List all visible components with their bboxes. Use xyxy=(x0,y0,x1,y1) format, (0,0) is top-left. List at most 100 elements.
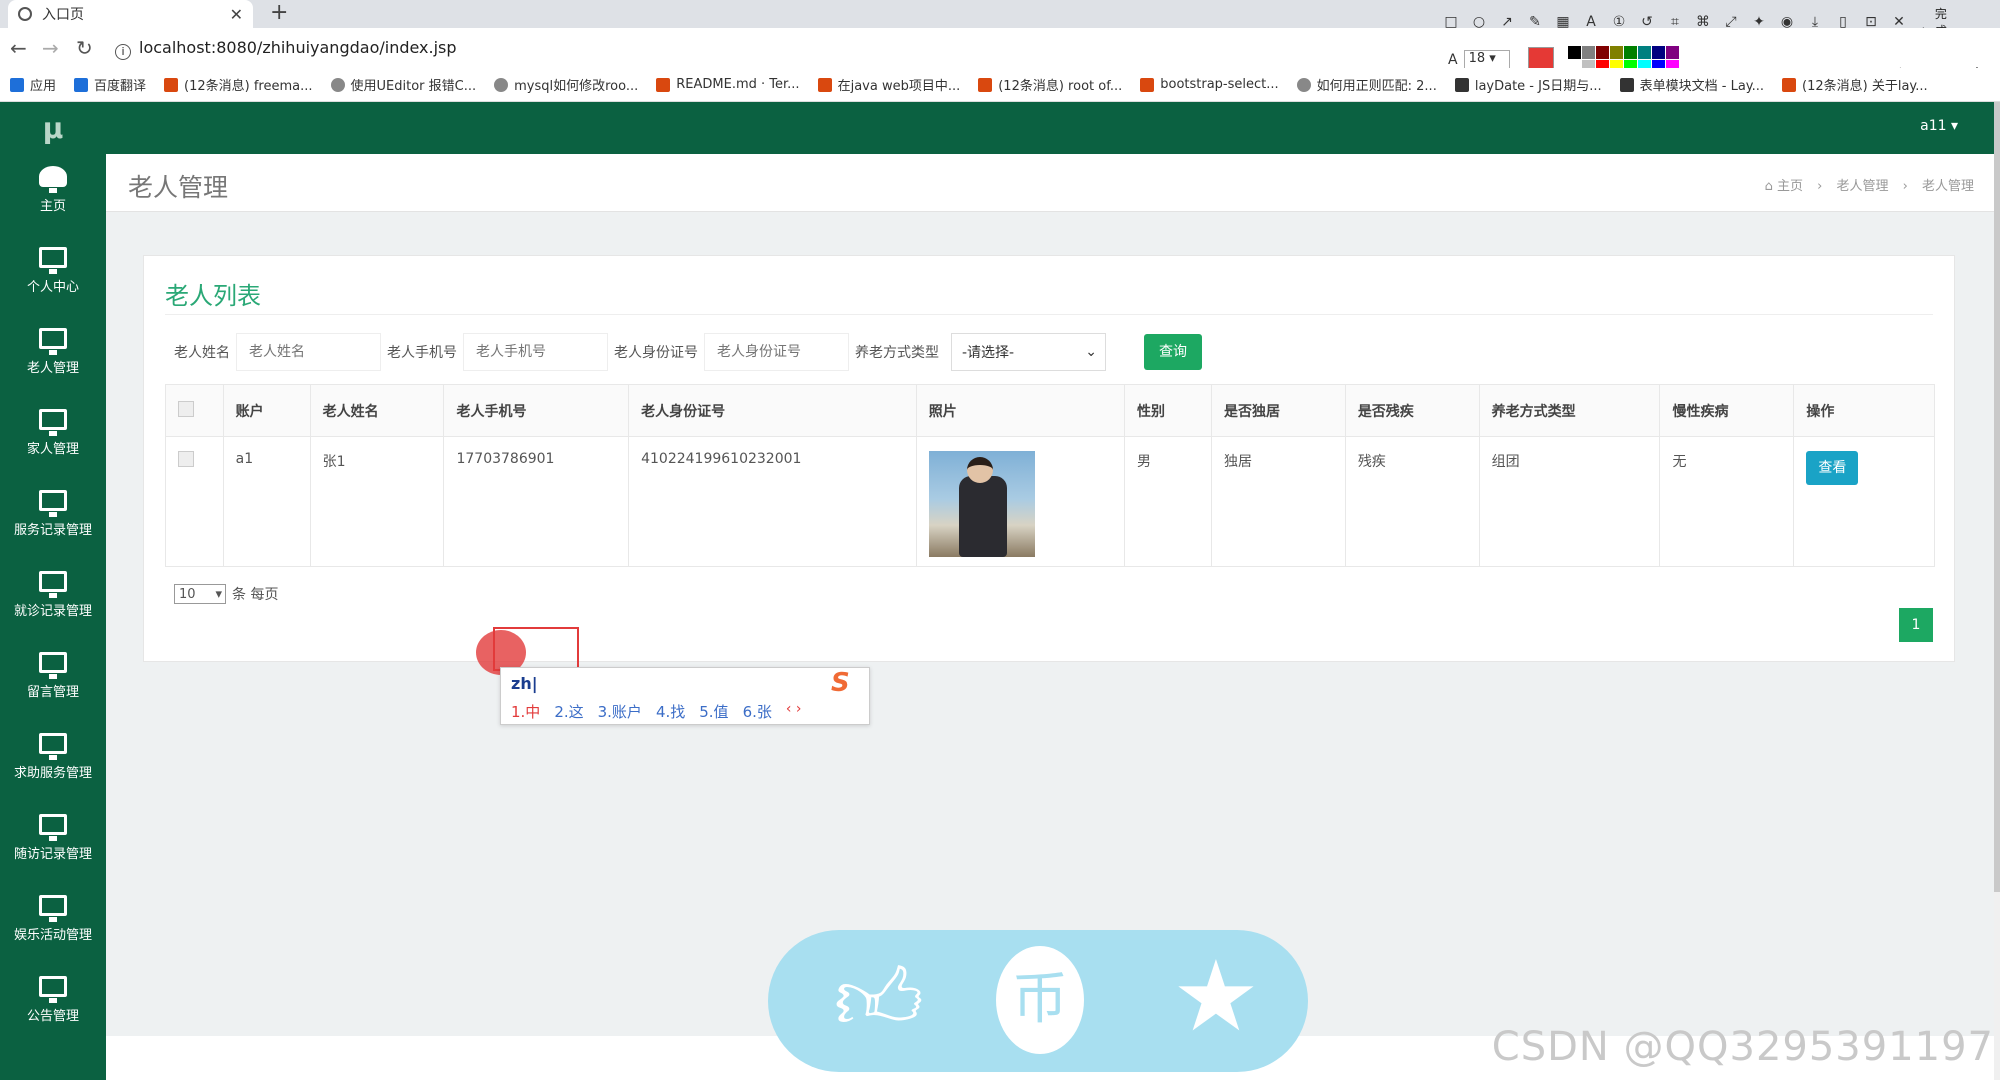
color-swatch[interactable] xyxy=(1609,46,1623,59)
sidebar-item[interactable]: 求助服务管理 xyxy=(0,723,106,804)
globe-icon xyxy=(18,7,32,21)
bookmark-label: mysql如何修改roo... xyxy=(514,79,639,94)
color-swatch[interactable] xyxy=(1665,46,1679,59)
sidebar-item[interactable]: 个人中心 xyxy=(0,237,106,318)
column-header: 是否残疾 xyxy=(1344,384,1480,437)
sidebar-item[interactable]: 娱乐活动管理 xyxy=(0,885,106,966)
column-header: 操作 xyxy=(1793,384,1935,437)
color-swatch[interactable] xyxy=(1581,46,1595,59)
sidebar-item[interactable]: 就诊记录管理 xyxy=(0,561,106,642)
bookmark-item[interactable]: layDate - JS日期与... xyxy=(1454,75,1602,94)
sidebar-item-label: 随访记录管理 xyxy=(13,847,92,862)
bookmark-item[interactable]: 使用UEditor 报错C... xyxy=(330,75,476,94)
care-type-value: -请选择- xyxy=(962,345,1015,361)
query-button[interactable]: 查询 xyxy=(1144,334,1202,370)
care-type-select[interactable]: -请选择- ⌄ xyxy=(951,333,1106,371)
sidebar-item-label: 主页 xyxy=(39,199,66,214)
user-menu[interactable]: a11 ▾ xyxy=(1920,118,1958,134)
name-filter-label: 老人姓名 xyxy=(174,345,230,361)
monitor-icon xyxy=(39,895,67,922)
bookmark-label: README.md · Ter... xyxy=(676,77,800,92)
select-all-checkbox[interactable] xyxy=(178,400,194,417)
bookmark-item[interactable]: (12条消息) 关于lay... xyxy=(1782,75,1928,94)
apps-icon xyxy=(10,77,24,92)
color-swatch[interactable] xyxy=(1567,46,1581,59)
browser-tab[interactable]: 入口页 ✕ xyxy=(8,0,253,28)
font-size-value: 18 xyxy=(1468,50,1486,66)
sidebar-item[interactable]: 公告管理 xyxy=(0,966,106,1047)
bookmark-item[interactable]: 如何用正则匹配: 2... xyxy=(1296,75,1437,94)
bookmark-label: 表单模块文档 - Lay... xyxy=(1639,79,1765,94)
cell-account: a1 xyxy=(222,436,311,567)
sidebar-item-label: 娱乐活动管理 xyxy=(13,928,92,943)
page-size-value: 10 xyxy=(179,586,196,602)
browser-tab-bar: 入口页 ✕ + □ ○ ↗ ✎ ▦ A ① ↺ ⌗ ⌘ ⤢ ✦ ◉ ⤓ ▯ ⊡ … xyxy=(0,0,2000,38)
row-checkbox[interactable] xyxy=(178,451,194,467)
forward-icon[interactable]: → xyxy=(42,36,59,60)
view-button[interactable]: 查看 xyxy=(1806,451,1859,485)
bookmarks-bar: 应用 百度翻译 (12条消息) freema... 使用UEditor 报错C... m… xyxy=(0,68,2000,102)
sidebar-item[interactable]: 随访记录管理 xyxy=(0,804,106,885)
per-page-label: 条 每页 xyxy=(232,587,279,603)
bookmark-item[interactable]: 在java web项目中... xyxy=(817,75,960,94)
ime-candidate[interactable]: 1.中 xyxy=(511,701,540,722)
layui-icon xyxy=(1619,77,1634,92)
app-logo[interactable]: μ xyxy=(0,102,106,156)
bookmark-item[interactable]: (12条消息) freema... xyxy=(164,75,313,94)
page-button-current[interactable]: 1 xyxy=(1899,608,1933,642)
sidebar-item[interactable]: 老人管理 xyxy=(0,318,106,399)
monitor-icon xyxy=(39,976,67,1003)
bookmark-item[interactable]: 应用 xyxy=(10,75,56,94)
ime-candidate[interactable]: 6.张 xyxy=(743,701,772,722)
bookmark-label: (12条消息) root of... xyxy=(998,79,1123,94)
bookmark-item[interactable]: (12条消息) root of... xyxy=(978,75,1122,94)
phone-filter-label: 老人手机号 xyxy=(387,345,457,361)
bookmark-item[interactable]: mysql如何修改roo... xyxy=(494,75,638,94)
card-title: 老人列表 xyxy=(165,282,261,310)
csdn-icon xyxy=(817,77,832,92)
csdn-action-bar: 👍︎ 币 ★ xyxy=(768,930,1308,1072)
reload-icon[interactable]: ↻ xyxy=(76,36,93,60)
id-filter-label: 老人身份证号 xyxy=(614,345,698,361)
breadcrumb-home[interactable]: 主页 xyxy=(1777,179,1803,194)
page-scrollbar[interactable] xyxy=(1994,102,2000,1080)
bookmark-item[interactable]: 百度翻译 xyxy=(74,75,146,94)
new-tab-button[interactable]: + xyxy=(270,0,288,28)
column-header: 慢性疾病 xyxy=(1659,384,1795,437)
id-filter-input[interactable] xyxy=(704,333,849,371)
ime-candidate[interactable]: 3.账户 xyxy=(598,701,642,722)
scrollbar-thumb[interactable] xyxy=(1994,102,2000,892)
coin-icon[interactable]: 币 xyxy=(996,946,1084,1054)
ime-candidate[interactable]: 5.值 xyxy=(699,701,728,722)
monitor-icon xyxy=(39,490,67,517)
bookmark-item[interactable]: bootstrap-select... xyxy=(1140,77,1279,92)
baidu-icon xyxy=(1296,77,1311,92)
phone-filter-input[interactable] xyxy=(463,333,608,371)
pager: 10 ▾ 条 每页 xyxy=(174,584,278,604)
sidebar-item-label: 老人管理 xyxy=(26,361,79,376)
ime-candidate[interactable]: 4.找 xyxy=(656,701,685,722)
bookmark-item[interactable]: README.md · Ter... xyxy=(656,77,800,92)
close-tab-icon[interactable]: ✕ xyxy=(230,5,243,24)
breadcrumb-item[interactable]: 老人管理 xyxy=(1836,179,1888,194)
color-swatch[interactable] xyxy=(1637,46,1651,59)
info-icon[interactable]: i xyxy=(115,44,131,60)
bookmark-item[interactable]: 表单模块文档 - Lay... xyxy=(1619,75,1765,94)
bookmark-icon xyxy=(1140,77,1155,92)
sidebar-item[interactable]: 家人管理 xyxy=(0,399,106,480)
color-swatch[interactable] xyxy=(1623,46,1637,59)
back-icon[interactable]: ← xyxy=(10,36,27,60)
ime-page-arrows-icon[interactable]: ‹ › xyxy=(786,701,802,722)
sidebar-item[interactable]: 留言管理 xyxy=(0,642,106,723)
font-size-select[interactable]: 18 ▾ xyxy=(1463,49,1510,70)
sidebar-item[interactable]: 主页 xyxy=(0,156,106,237)
favorite-star-icon[interactable]: ★ xyxy=(1172,942,1260,1052)
name-filter-input[interactable] xyxy=(236,333,381,371)
color-swatch[interactable] xyxy=(1595,46,1609,59)
like-icon[interactable]: 👍︎ xyxy=(834,950,924,1050)
url-field[interactable]: i localhost:8080/zhihuiyangdao/index.jsp xyxy=(115,35,1415,61)
color-swatch[interactable] xyxy=(1651,46,1665,59)
page-size-select[interactable]: 10 ▾ xyxy=(174,584,226,604)
sidebar-item[interactable]: 服务记录管理 xyxy=(0,480,106,561)
ime-candidate[interactable]: 2.这 xyxy=(554,701,583,722)
